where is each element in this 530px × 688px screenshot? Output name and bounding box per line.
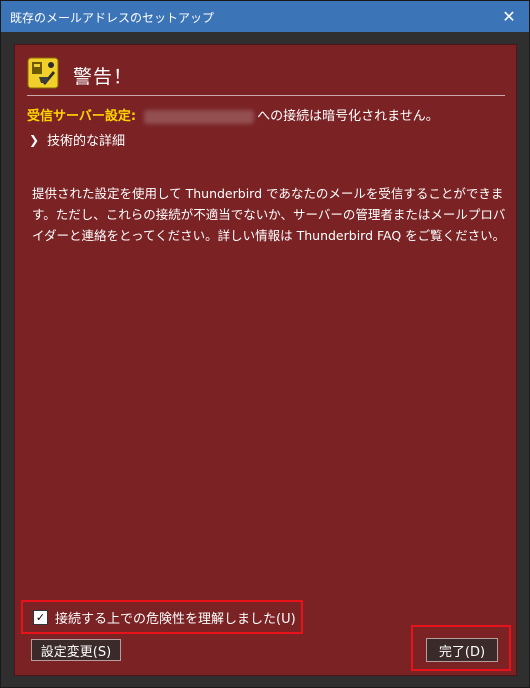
redacted-server-address	[144, 109, 255, 124]
done-highlight: 完了(D)	[411, 625, 511, 671]
warning-message: 提供された設定を使用して Thunderbird であなたのメールを受信すること…	[32, 186, 506, 243]
technical-details-label: 技術的な詳細	[47, 134, 126, 149]
divider	[27, 95, 505, 96]
understand-risk-checkbox[interactable]: ✓ 接続する上での危険性を理解しました(U)	[21, 600, 303, 634]
server-message: への接続は暗号化されません。	[257, 109, 439, 124]
server-label: 受信サーバー設定:	[27, 109, 137, 124]
technical-details-toggle[interactable]: ❯ 技術的な詳細	[29, 130, 126, 150]
window-title: 既存のメールアドレスのセットアップ	[10, 11, 215, 25]
chevron-right-icon: ❯	[29, 132, 40, 147]
close-icon[interactable]: ✕	[489, 1, 529, 32]
setup-dialog: 既存のメールアドレスのセットアップ ✕ 警告！ 受信サーバー設定: への接続は暗号…	[0, 0, 530, 688]
warning-panel: 警告！ 受信サーバー設定: への接続は暗号化されません。 ❯ 技術的な詳細 提供さ…	[14, 44, 517, 676]
title-bar: 既存のメールアドレスのセットアップ ✕	[1, 1, 529, 32]
check-icon[interactable]: ✓	[33, 609, 48, 625]
warning-heading: 警告！	[73, 66, 134, 88]
warning-icon	[27, 57, 59, 89]
understand-risk-label: 接続する上での危険性を理解しました(U)	[55, 611, 296, 627]
done-button[interactable]: 完了(D)	[426, 638, 498, 662]
server-warning-line: 受信サーバー設定: への接続は暗号化されません。	[27, 105, 439, 124]
change-settings-button[interactable]: 設定変更(S)	[31, 639, 121, 661]
